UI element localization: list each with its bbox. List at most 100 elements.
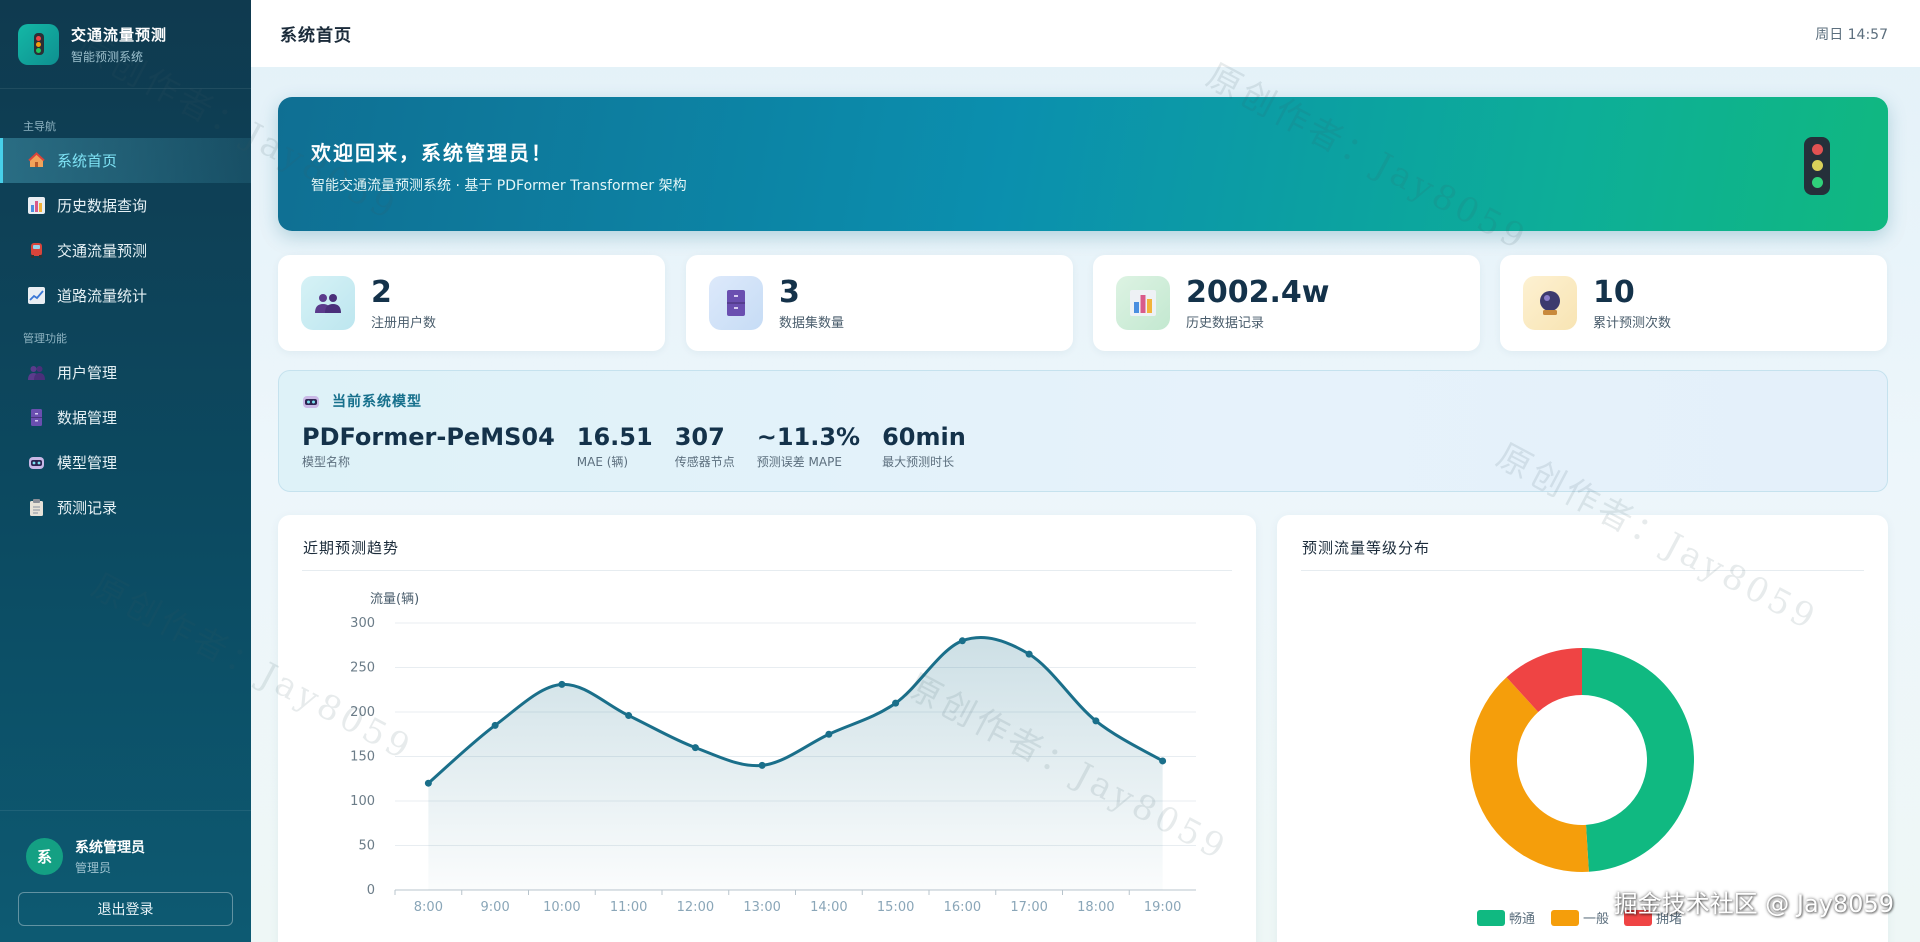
legend-swatch [1477,910,1505,926]
trend-point[interactable] [1159,757,1167,765]
x-tick-label: 17:00 [1010,900,1047,915]
sidebar-item-label: 模型管理 [57,454,118,472]
level-donut-chart[interactable]: 畅通 一般 拥堵 [1277,515,1888,942]
stat-value: 3 [779,274,800,310]
sidebar-item-predict[interactable]: 交通流量预测 [0,228,251,273]
stat-card-users[interactable]: 2 注册用户数 [278,255,665,351]
model-stat-value: 16.51 [576,423,653,451]
bar-chart-icon [28,197,45,214]
x-tick-label: 19:00 [1144,900,1181,915]
sidebar-item-home[interactable]: 系统首页 [0,138,251,183]
x-tick-label: 16:00 [944,900,981,915]
model-stat-label: MAE (辆) [576,455,629,469]
sidebar-item-records[interactable]: 预测记录 [0,485,251,530]
sidebar-item-label: 用户管理 [57,364,118,382]
current-model-panel: 当前系统模型 PDFormer-PeMS04 模型名称 16.51 MAE (辆… [278,370,1888,492]
traffic-light-icon [1804,137,1830,195]
model-stat-nodes: 307 传感器节点 [675,423,735,470]
house-icon [28,152,45,169]
model-heading: 当前系统模型 [332,394,422,410]
model-stat-value: PDFormer-PeMS04 [302,423,555,451]
traffic-light-logo-icon [18,23,59,65]
legend-label: 畅通 [1509,912,1535,927]
model-stat-horizon: 60min 最大预测时长 [882,423,966,470]
y-tick-label: 0 [367,883,375,898]
banner-subtitle: 智能交通流量预测系统 · 基于 PDFormer Transformer 架构 [311,178,687,194]
sidebar-item-users[interactable]: 用户管理 [0,350,251,395]
trend-point[interactable] [958,637,966,645]
trend-point[interactable] [625,712,633,720]
brand[interactable]: 交通流量预测 智能预测系统 [0,0,251,89]
y-tick-label: 50 [358,839,375,854]
stat-value: 2002.4w [1186,274,1330,310]
x-tick-label: 9:00 [481,900,510,915]
users-icon [28,364,45,381]
header: 系统首页 周日 14:57 [251,0,1920,67]
x-tick-label: 13:00 [743,900,780,915]
model-stat-mae: 16.51 MAE (辆) [577,423,653,470]
trend-point[interactable] [758,761,766,769]
banner-title: 欢迎回来，系统管理员！ [311,141,553,165]
robot-icon [28,454,45,471]
model-stat-label: 最大预测时长 [882,455,955,469]
model-stat-label: 传感器节点 [674,455,735,469]
trend-point[interactable] [691,744,699,752]
sidebar-item-label: 预测记录 [57,499,118,517]
page-title: 系统首页 [280,26,352,46]
donut-slice[interactable] [1470,677,1589,872]
sidebar-item-label: 道路流量统计 [57,287,148,305]
sidebar-item-data[interactable]: 数据管理 [0,395,251,440]
model-stat-value: ~11.3% [756,423,861,451]
avatar: 系 [26,838,63,875]
sidebar: 交通流量预测 智能预测系统 主导航 系统首页 历史数据查询 交通流量预测 道路流… [0,0,251,942]
y-tick-label: 300 [350,616,375,631]
model-stat-name: PDFormer-PeMS04 模型名称 [302,423,555,470]
stat-card-predictions[interactable]: 10 累计预测次数 [1500,255,1887,351]
stat-card-datasets[interactable]: 3 数据集数量 [686,255,1073,351]
trend-chart-panel: 近期预测趋势 流量(辆) 0 50 100 150 200 250 300 8:00 9:00 10… [278,515,1256,942]
stat-label: 累计预测次数 [1593,315,1672,331]
trend-point[interactable] [1092,717,1100,725]
trend-point[interactable] [491,721,499,729]
trend-point[interactable] [825,730,833,738]
trend-line-chart[interactable]: 流量(辆) 0 50 100 150 200 250 300 8:00 9:00 10:00 11:0… [278,515,1256,942]
source-watermark: 掘金技术社区 @ Jay8059 [1613,890,1894,918]
user-profile[interactable]: 系 系统管理员 管理员 [0,810,251,876]
stat-value: 10 [1593,274,1635,310]
stat-value: 2 [371,274,392,310]
user-name: 系统管理员 [75,840,145,856]
trend-point[interactable] [424,779,432,787]
trend-point[interactable] [1025,650,1033,658]
legend-swatch [1551,910,1579,926]
clock: 周日 14:57 [1815,26,1888,43]
x-tick-label: 11:00 [610,900,647,915]
sidebar-item-label: 数据管理 [57,409,118,427]
app-title: 交通流量预测 [71,25,168,44]
trend-point[interactable] [892,699,900,707]
bar-chart-icon [1116,276,1170,330]
nav-section-admin: 管理功能 [23,332,67,345]
user-role: 管理员 [75,861,112,875]
car-icon [28,242,45,259]
cabinet-icon [709,276,763,330]
robot-icon [302,393,320,410]
model-stat-mape: ~11.3% 预测误差 MAPE [757,423,860,470]
logout-button[interactable]: 退出登录 [18,892,233,926]
stat-card-history[interactable]: 2002.4w 历史数据记录 [1093,255,1480,351]
stat-label: 注册用户数 [371,315,437,331]
x-tick-label: 15:00 [877,900,914,915]
sidebar-item-models[interactable]: 模型管理 [0,440,251,485]
y-axis-label: 流量(辆) [370,592,419,607]
sidebar-item-history[interactable]: 历史数据查询 [0,183,251,228]
donut-slice[interactable] [1582,648,1694,872]
model-stat-value: 307 [674,423,725,451]
y-tick-label: 150 [350,750,375,765]
welcome-banner: 欢迎回来，系统管理员！ 智能交通流量预测系统 · 基于 PDFormer Tra… [278,97,1888,231]
x-tick-label: 18:00 [1077,900,1114,915]
x-tick-label: 12:00 [677,900,714,915]
legend-label: 一般 [1583,911,1609,927]
sidebar-item-road-stats[interactable]: 道路流量统计 [0,273,251,318]
users-icon [301,276,355,330]
trend-point[interactable] [558,680,566,688]
distribution-panel: 预测流量等级分布 畅通 一般 拥堵 [1277,515,1888,942]
